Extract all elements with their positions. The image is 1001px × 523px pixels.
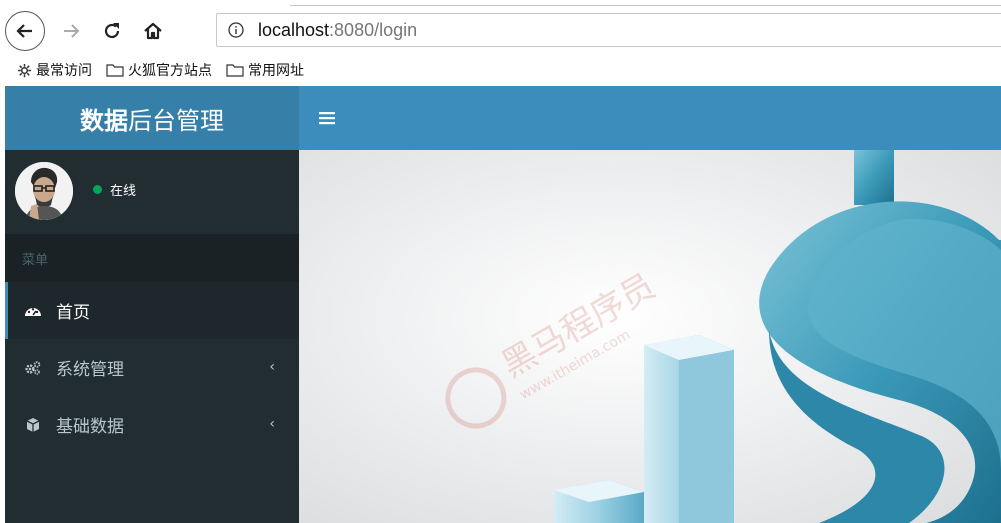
hero-graphic: 黑马程序员 www.itheima.com bbox=[445, 150, 1001, 523]
browser-chrome: localhost:8080/login 最常访问 火狐官方站点 常用网址 bbox=[0, 0, 1001, 86]
gear-icon bbox=[17, 63, 32, 77]
menu-header: 菜单 bbox=[5, 234, 299, 282]
menu-header-label: 菜单 bbox=[22, 252, 49, 268]
sidebar-item-label: 系统管理 bbox=[56, 360, 124, 380]
chevron-left-icon: ‹ bbox=[269, 359, 275, 375]
url-host: localhost bbox=[258, 19, 330, 40]
folder-icon bbox=[226, 64, 244, 77]
bookmark-label: 常用网址 bbox=[248, 63, 304, 79]
user-status: 在线 bbox=[93, 180, 136, 199]
admin-app: 数据 后台管理 在线 菜单 首页 系统管理 ‹ 基础数据 ‹ 黑马程序员 www… bbox=[5, 86, 1001, 523]
folder-icon bbox=[106, 64, 124, 77]
avatar[interactable] bbox=[15, 162, 73, 220]
bookmark-most-visited[interactable]: 最常访问 bbox=[17, 60, 92, 80]
url-bar[interactable]: localhost:8080/login bbox=[216, 13, 1001, 47]
toolbar-divider bbox=[290, 5, 1001, 6]
reload-button[interactable] bbox=[97, 16, 127, 46]
sidebar-item-basic-data[interactable]: 基础数据 ‹ bbox=[5, 396, 299, 453]
watermark: 黑马程序员 www.itheima.com bbox=[445, 266, 662, 429]
chevron-left-icon: ‹ bbox=[269, 416, 275, 432]
sidebar-item-label: 首页 bbox=[56, 303, 90, 323]
url-text[interactable]: localhost:8080/login bbox=[258, 20, 417, 41]
home-button[interactable] bbox=[138, 16, 168, 46]
sidebar-item-home[interactable]: 首页 bbox=[5, 282, 299, 339]
logo[interactable]: 数据 后台管理 bbox=[5, 86, 299, 150]
bookmark-label: 最常访问 bbox=[36, 63, 92, 79]
dollar-sign-graphic bbox=[759, 150, 1001, 523]
bookmark-label: 火狐官方站点 bbox=[128, 63, 212, 79]
forward-button[interactable] bbox=[56, 16, 86, 46]
back-button[interactable] bbox=[5, 11, 45, 51]
hamburger-icon bbox=[319, 112, 335, 125]
sidebar-item-system-management[interactable]: 系统管理 ‹ bbox=[5, 339, 299, 396]
sidebar: 在线 菜单 首页 系统管理 ‹ 基础数据 ‹ bbox=[5, 150, 299, 523]
reload-icon bbox=[104, 23, 120, 39]
bookmark-firefox-sites[interactable]: 火狐官方站点 bbox=[106, 60, 212, 80]
sidebar-item-label: 基础数据 bbox=[56, 417, 124, 437]
dashboard-icon bbox=[24, 302, 42, 320]
user-panel: 在线 bbox=[5, 150, 299, 234]
status-label: 在线 bbox=[110, 184, 137, 199]
bookmark-common-sites[interactable]: 常用网址 bbox=[226, 60, 304, 80]
cogs-icon bbox=[24, 359, 42, 377]
bookmarks-toolbar: 最常访问 火狐官方站点 常用网址 bbox=[0, 58, 318, 82]
user-avatar-image bbox=[15, 162, 73, 220]
main-content: 黑马程序员 www.itheima.com bbox=[299, 150, 1001, 523]
logo-rest: 后台管理 bbox=[128, 106, 224, 135]
url-path: :8080/login bbox=[329, 19, 418, 40]
sidebar-toggle-button[interactable] bbox=[313, 104, 341, 132]
home-icon bbox=[144, 22, 162, 40]
arrow-left-icon bbox=[16, 24, 32, 38]
logo-bold: 数据 bbox=[80, 106, 128, 135]
arrow-right-icon bbox=[64, 24, 80, 38]
online-status-dot bbox=[93, 185, 102, 194]
info-icon[interactable] bbox=[228, 22, 244, 38]
cube-icon bbox=[24, 416, 42, 434]
top-navbar bbox=[299, 86, 1001, 150]
